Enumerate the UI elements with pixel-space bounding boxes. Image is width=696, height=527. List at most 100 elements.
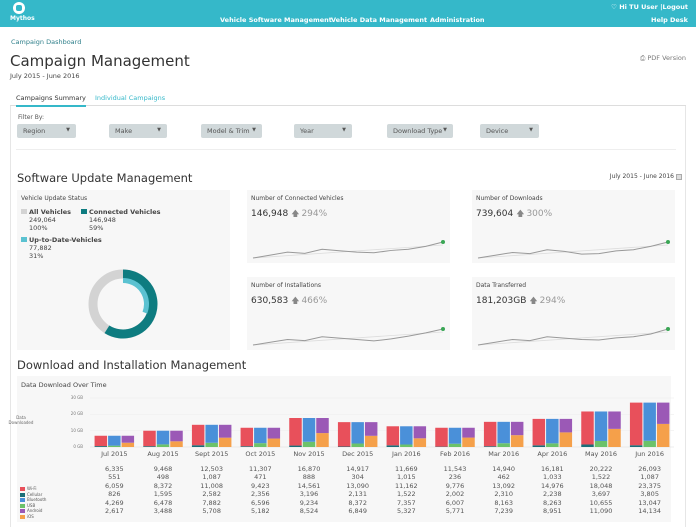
bar-bluetooth-aug-2015[interactable] (156, 430, 170, 445)
bar-usb-aug-2015[interactable] (156, 444, 170, 447)
bar-bluetooth-jan-2016[interactable] (400, 426, 413, 445)
bar-ios-jan-2016[interactable] (413, 438, 427, 447)
x-tick-label: Feb 2016 (439, 450, 471, 458)
data-cell: 304 (351, 473, 364, 482)
bar-cellular-sept-2015[interactable] (191, 445, 205, 447)
data-column: 14,940 462 13,092 2,310 8,163 7,239 (481, 465, 527, 515)
bar-android-oct-2015[interactable] (267, 427, 281, 439)
data-cell: 11,307 (248, 465, 272, 473)
bar-android-sept-2015[interactable] (218, 424, 232, 438)
bar-cellular-dec-2015[interactable] (337, 446, 351, 448)
bar-android-may-2016[interactable] (608, 411, 621, 429)
data-cell: 3,196 (299, 490, 319, 499)
bar-ios-mar-2016[interactable] (510, 435, 524, 447)
data-cell: 1,595 (153, 490, 173, 499)
bar-usb-oct-2015[interactable] (254, 443, 267, 447)
legend-label: Android (27, 508, 43, 514)
data-cell: 826 (108, 490, 121, 499)
bar-android-jul-2015[interactable] (121, 435, 135, 443)
bar-usb-dec-2015[interactable] (351, 443, 364, 447)
bar-usb-jun-2016[interactable] (643, 440, 656, 447)
x-tick-label: Sept 2015 (194, 450, 229, 458)
bar-usb-feb-2016[interactable] (448, 443, 462, 447)
data-cell: 2,617 (105, 507, 124, 516)
data-cell: 13,092 (492, 481, 516, 490)
bar-android-apr-2016[interactable] (559, 418, 573, 433)
bar-cellular-jun-2016[interactable] (629, 445, 643, 447)
bar-wifi-jul-2015[interactable] (94, 435, 108, 447)
bar-wifi-oct-2015[interactable] (240, 427, 254, 447)
bar-cellular-aug-2015[interactable] (143, 446, 156, 447)
bar-bluetooth-feb-2016[interactable] (448, 427, 462, 444)
legend-label: Cellular (27, 491, 43, 497)
bar-bluetooth-apr-2016[interactable] (546, 418, 559, 444)
x-tick-label: Oct 2015 (245, 450, 276, 458)
bar-android-feb-2016[interactable] (462, 427, 475, 438)
bar-bluetooth-may-2016[interactable] (594, 411, 608, 441)
bar-ios-jul-2015[interactable] (121, 442, 135, 447)
data-cell: 5,327 (397, 507, 416, 516)
data-cell: 8,951 (543, 507, 562, 516)
bar-wifi-apr-2016[interactable] (532, 418, 546, 446)
bar-ios-sept-2015[interactable] (218, 437, 232, 447)
bar-wifi-dec-2015[interactable] (337, 422, 351, 447)
legend-swatch (20, 509, 25, 514)
bar-ios-jun-2016[interactable] (656, 423, 670, 447)
bar-ios-aug-2015[interactable] (170, 441, 183, 447)
bar-usb-apr-2016[interactable] (546, 443, 559, 447)
bar-cellular-mar-2016[interactable] (483, 446, 497, 447)
bar-wifi-jan-2016[interactable] (386, 426, 400, 446)
bar-ios-apr-2016[interactable] (559, 432, 573, 447)
data-cell: 551 (108, 473, 121, 482)
bar-android-jun-2016[interactable] (656, 402, 670, 424)
data-cell: 888 (302, 473, 316, 482)
data-cell: 1,087 (640, 473, 659, 482)
bar-android-aug-2015[interactable] (170, 430, 183, 442)
bar-wifi-may-2016[interactable] (581, 411, 594, 445)
data-cell: 236 (448, 473, 462, 482)
data-cell: 2,582 (202, 490, 221, 499)
bar-usb-jul-2015[interactable] (108, 445, 121, 447)
bar-bluetooth-nov-2015[interactable] (302, 418, 316, 442)
bar-usb-may-2016[interactable] (594, 440, 608, 447)
bar-wifi-nov-2015[interactable] (289, 418, 302, 446)
bar-wifi-jun-2016[interactable] (629, 402, 643, 446)
legend-swatch (20, 487, 25, 491)
bar-cellular-jan-2016[interactable] (386, 445, 400, 447)
bar-usb-nov-2015[interactable] (302, 441, 316, 447)
bar-bluetooth-dec-2015[interactable] (351, 422, 364, 444)
bar-wifi-aug-2015[interactable] (143, 430, 156, 447)
bar-cellular-jul-2015[interactable] (94, 446, 108, 447)
bar-android-mar-2016[interactable] (510, 421, 524, 436)
legend-label: USB (27, 502, 36, 508)
bar-wifi-sept-2015[interactable] (191, 424, 205, 446)
bar-ios-may-2016[interactable] (608, 428, 621, 447)
bar-cellular-apr-2016[interactable] (532, 445, 546, 447)
bar-cellular-oct-2015[interactable] (240, 446, 254, 447)
x-tick-label: Aug 2015 (147, 450, 179, 458)
data-cell: 9,234 (299, 498, 319, 507)
bar-ios-dec-2015[interactable] (364, 435, 378, 447)
bar-usb-sept-2015[interactable] (205, 442, 218, 447)
bar-ios-nov-2015[interactable] (316, 433, 329, 447)
bar-android-jan-2016[interactable] (413, 426, 427, 439)
bar-wifi-feb-2016[interactable] (435, 427, 448, 447)
bar-cellular-nov-2015[interactable] (289, 445, 302, 447)
bar-bluetooth-oct-2015[interactable] (254, 427, 267, 444)
data-cell: 471 (254, 473, 267, 482)
bar-usb-mar-2016[interactable] (497, 443, 510, 447)
bar-cellular-may-2016[interactable] (581, 444, 594, 447)
x-tick-label: Apr 2016 (537, 450, 568, 458)
bar-usb-jan-2016[interactable] (400, 444, 413, 447)
bar-android-nov-2015[interactable] (316, 418, 329, 434)
bar-bluetooth-jun-2016[interactable] (643, 402, 656, 441)
bar-bluetooth-mar-2016[interactable] (497, 421, 510, 444)
bar-ios-oct-2015[interactable] (267, 438, 281, 447)
bar-android-dec-2015[interactable] (364, 422, 378, 436)
bar-wifi-mar-2016[interactable] (483, 421, 497, 447)
legend-label: Wi-Fi (27, 486, 37, 491)
bar-bluetooth-jul-2015[interactable] (108, 435, 121, 446)
bar-bluetooth-sept-2015[interactable] (205, 424, 218, 443)
bar-ios-feb-2016[interactable] (462, 437, 475, 447)
data-column: 11,669 1,015 11,162 1,522 7,357 5,327 (383, 465, 429, 515)
